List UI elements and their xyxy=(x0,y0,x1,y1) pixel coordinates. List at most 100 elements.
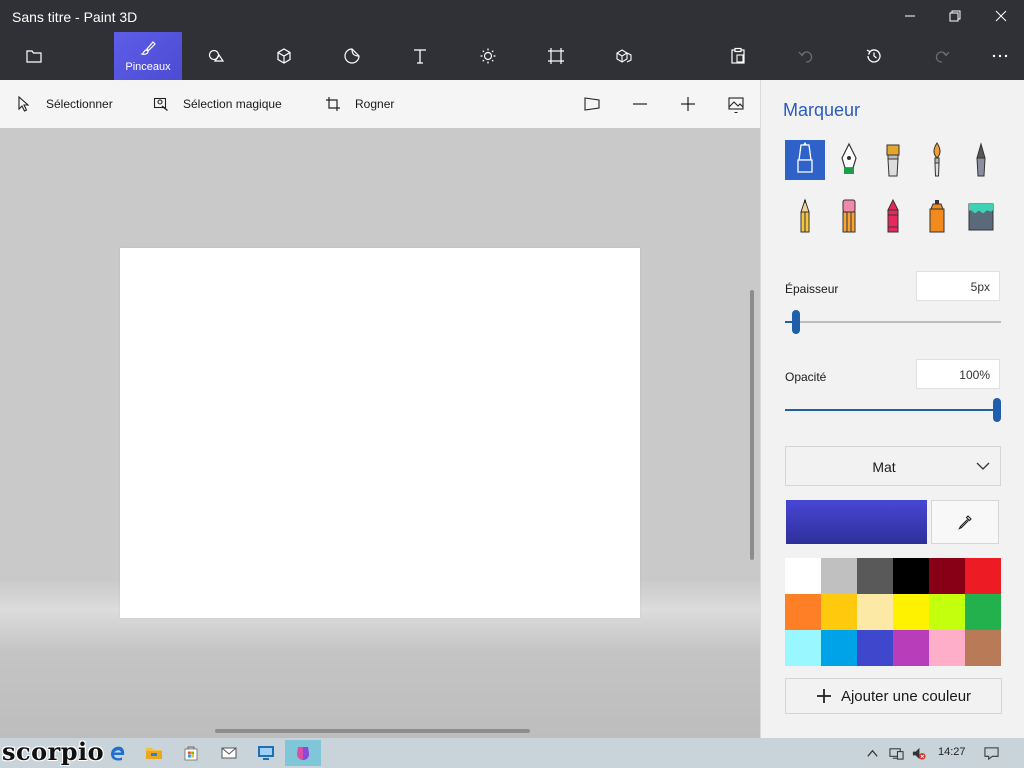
color-palette xyxy=(785,558,1001,666)
minimize-button[interactable] xyxy=(887,0,933,32)
horizontal-scrollbar[interactable] xyxy=(215,729,530,733)
color-swatch[interactable] xyxy=(821,594,857,630)
color-swatch[interactable] xyxy=(893,594,929,630)
undo-button[interactable] xyxy=(772,32,840,80)
taskbar-clock[interactable]: 14:27 xyxy=(938,746,966,758)
text-button[interactable] xyxy=(386,32,454,80)
spray-can-icon xyxy=(929,200,945,233)
brush-pencil[interactable] xyxy=(785,196,825,236)
finish-dropdown[interactable]: Mat xyxy=(785,446,1001,486)
color-swatch[interactable] xyxy=(785,594,821,630)
color-swatch[interactable] xyxy=(929,630,965,666)
brush-marker[interactable] xyxy=(785,140,825,180)
color-swatch[interactable] xyxy=(821,558,857,594)
color-swatch[interactable] xyxy=(821,630,857,666)
brush-eraser[interactable] xyxy=(829,196,869,236)
crop-button[interactable]: Rogner xyxy=(325,94,394,114)
zoom-in-button[interactable] xyxy=(678,94,698,114)
opacity-label: Opacité xyxy=(785,370,827,384)
edge-icon xyxy=(111,746,125,761)
image-view-button[interactable] xyxy=(726,94,746,114)
canvas-button[interactable] xyxy=(522,32,590,80)
color-swatch[interactable] xyxy=(893,558,929,594)
3d-library-icon xyxy=(616,49,632,63)
eyedropper-button[interactable] xyxy=(931,500,999,544)
text-icon xyxy=(414,49,426,64)
watercolor-icon xyxy=(933,142,941,177)
drawing-canvas[interactable] xyxy=(120,248,640,618)
view-3d-button[interactable] xyxy=(582,94,602,114)
crop-label: Rogner xyxy=(355,97,395,111)
effects-button[interactable] xyxy=(454,32,522,80)
brush-pixel-pen[interactable] xyxy=(961,140,1001,180)
current-color-swatch[interactable] xyxy=(786,500,927,544)
brush-fill[interactable] xyxy=(961,196,1001,236)
opacity-input[interactable]: 100% xyxy=(916,359,1000,389)
taskbar-remote-desktop[interactable] xyxy=(248,740,284,766)
color-swatch[interactable] xyxy=(965,630,1001,666)
volume-muted-icon xyxy=(912,747,926,760)
paste-icon xyxy=(731,47,745,64)
chevron-up-icon xyxy=(866,749,878,757)
vertical-scrollbar[interactable] xyxy=(750,290,754,560)
thickness-slider[interactable] xyxy=(785,310,1001,334)
select-tool-button[interactable]: Sélectionner xyxy=(16,94,113,114)
brushes-icon xyxy=(140,40,156,55)
color-swatch[interactable] xyxy=(785,630,821,666)
taskbar-file-explorer[interactable] xyxy=(136,740,172,766)
menu-button[interactable] xyxy=(0,32,68,80)
select-arrow-icon xyxy=(18,96,30,112)
brushes-button[interactable]: Pinceaux xyxy=(114,32,182,80)
add-color-button[interactable]: Ajouter une couleur xyxy=(785,678,1002,714)
history-button[interactable] xyxy=(840,32,908,80)
more-button[interactable] xyxy=(966,32,1024,80)
taskbar-paint-3d[interactable] xyxy=(285,740,321,766)
color-swatch[interactable] xyxy=(965,594,1001,630)
color-swatch[interactable] xyxy=(929,594,965,630)
restore-icon xyxy=(949,10,961,22)
brush-calligraphy[interactable] xyxy=(829,140,869,180)
select-tool-label: Sélectionner xyxy=(46,97,113,111)
color-swatch[interactable] xyxy=(965,558,1001,594)
color-swatch[interactable] xyxy=(857,558,893,594)
plus-icon xyxy=(816,689,831,703)
taskbar-store[interactable] xyxy=(173,740,209,766)
pencil-icon xyxy=(800,198,810,233)
opacity-slider-thumb[interactable] xyxy=(993,398,1001,422)
color-swatch[interactable] xyxy=(857,594,893,630)
3d-shapes-button[interactable] xyxy=(250,32,318,80)
stickers-button[interactable] xyxy=(318,32,386,80)
3d-library-button[interactable] xyxy=(590,32,658,80)
restore-button[interactable] xyxy=(932,0,978,32)
paste-button[interactable] xyxy=(704,32,772,80)
main-toolbar: Pinceaux xyxy=(0,32,1024,80)
opacity-slider[interactable] xyxy=(785,398,1001,422)
brush-watercolor[interactable] xyxy=(917,140,957,180)
add-color-label: Ajouter une couleur xyxy=(840,687,972,705)
color-swatch[interactable] xyxy=(857,630,893,666)
taskbar-edge[interactable] xyxy=(100,740,136,766)
taskbar-mail[interactable] xyxy=(211,740,247,766)
2d-shapes-button[interactable] xyxy=(182,32,250,80)
thickness-label: Épaisseur xyxy=(785,282,839,296)
color-swatch[interactable] xyxy=(929,558,965,594)
pixel-pen-icon xyxy=(976,142,986,177)
brush-spray-can[interactable] xyxy=(917,196,957,236)
brush-oil[interactable] xyxy=(873,140,913,180)
brush-crayon[interactable] xyxy=(873,196,913,236)
tray-action-center[interactable] xyxy=(983,745,999,761)
thickness-input[interactable]: 5px xyxy=(916,271,1000,301)
magic-select-button[interactable]: Sélection magique xyxy=(153,94,282,114)
brush-panel: Marqueur Épaisseur 5px Opacité 100% Mat … xyxy=(760,80,1024,738)
close-button[interactable] xyxy=(978,0,1024,32)
tray-network[interactable] xyxy=(888,745,904,761)
color-swatch[interactable] xyxy=(893,630,929,666)
tray-show-hidden[interactable] xyxy=(864,745,880,761)
plus-icon xyxy=(681,97,695,111)
zoom-out-button[interactable] xyxy=(630,94,650,114)
tray-volume[interactable] xyxy=(910,745,926,761)
crop-icon xyxy=(326,97,340,111)
thickness-slider-thumb[interactable] xyxy=(791,310,800,334)
color-swatch[interactable] xyxy=(785,558,821,594)
marker-icon xyxy=(797,142,813,173)
